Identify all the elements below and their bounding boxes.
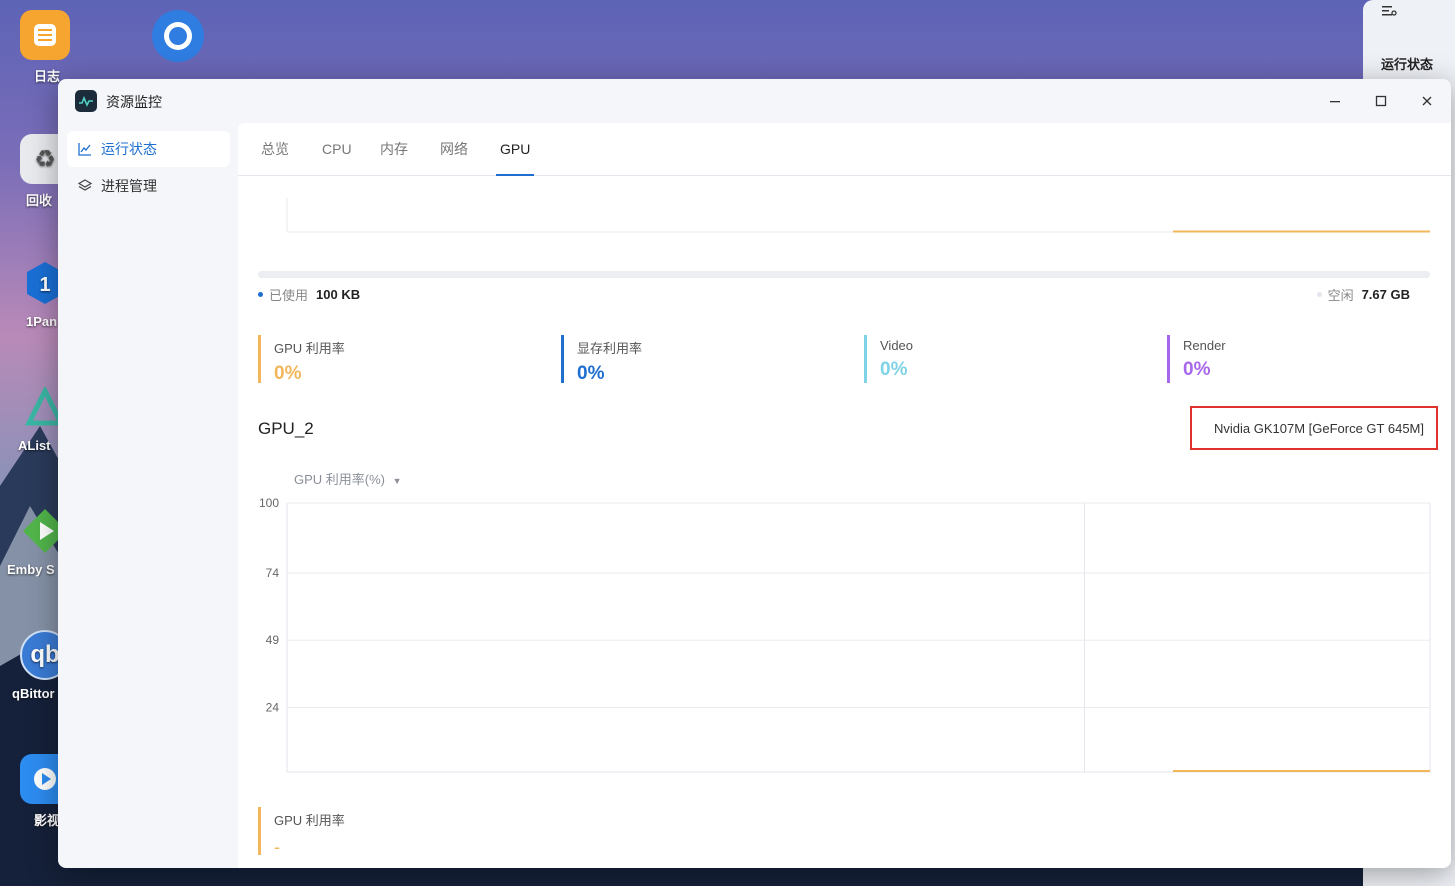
svg-text:1: 1 <box>39 274 50 296</box>
sidebar-item-label: 运行状态 <box>101 141 157 157</box>
window-title: 资源监控 <box>106 94 162 110</box>
filter-settings-icon[interactable] <box>1381 4 1397 21</box>
line-chart-icon <box>77 141 93 157</box>
metric-value: - <box>274 837 280 857</box>
sidebar-item-run-status[interactable]: 运行状态 <box>67 131 230 167</box>
y-tick-label: 24 <box>266 700 280 714</box>
right-panel-status-label: 运行状态 <box>1381 57 1434 72</box>
gpu-utilization-chart: 100 74 49 24 <box>259 496 1431 773</box>
maximize-button[interactable] <box>1370 90 1392 112</box>
notes-icon <box>20 10 70 60</box>
sidebar-item-label: 进程管理 <box>101 178 157 194</box>
y-tick-label: 74 <box>266 566 280 580</box>
desktop-icon-log[interactable]: 日志 <box>0 10 90 85</box>
layers-icon <box>77 178 93 194</box>
chromium-icon[interactable] <box>152 10 204 62</box>
y-tick-label: 100 <box>259 496 279 510</box>
bottom-metric-gpu-utilization: GPU 利用率 - <box>258 807 345 857</box>
resource-monitor-app-icon <box>75 90 97 112</box>
close-button[interactable] <box>1416 90 1438 112</box>
minimize-button[interactable] <box>1324 90 1346 112</box>
sidebar: 运行状态 进程管理 <box>58 123 238 868</box>
resource-monitor-window: 资源监控 运行状态 进程管理 总览 CPU 内存 网络 GPU 已使用 100 … <box>58 79 1451 868</box>
sidebar-item-process-management[interactable]: 进程管理 <box>67 168 230 204</box>
window-titlebar[interactable]: 资源监控 <box>58 79 1451 123</box>
y-tick-label: 49 <box>266 633 280 647</box>
metric-label: GPU 利用率 <box>274 813 345 828</box>
main-content: 总览 CPU 内存 网络 GPU 已使用 100 KB 空闲 7.67 GB G… <box>238 123 1451 868</box>
